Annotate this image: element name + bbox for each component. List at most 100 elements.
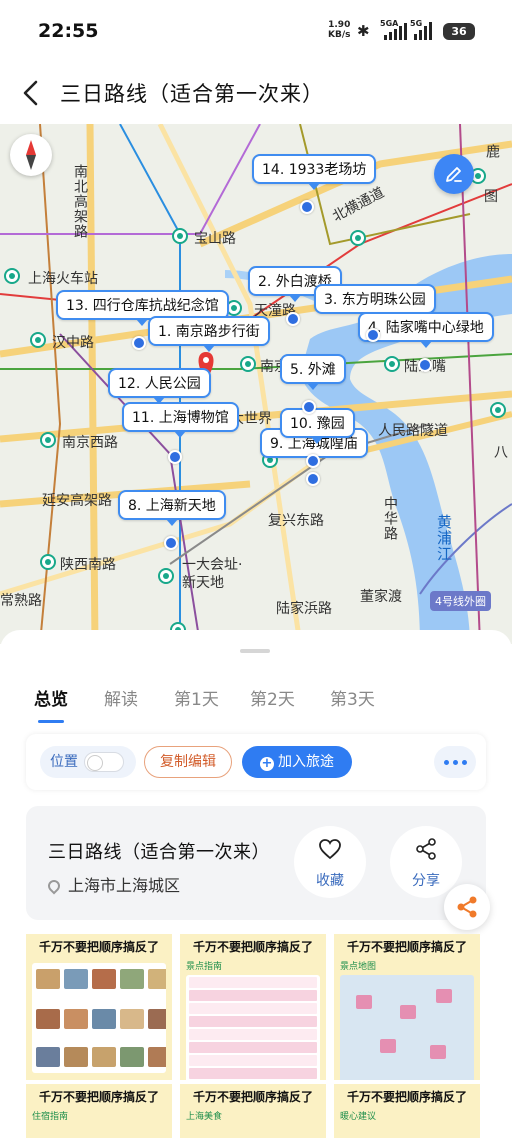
poi-dot[interactable] bbox=[306, 472, 320, 486]
poi-label-renmin-park[interactable]: 12. 人民公园 bbox=[108, 368, 211, 404]
poi-label-museum[interactable]: 11. 上海博物馆 bbox=[122, 402, 239, 438]
favorite-label: 收藏 bbox=[316, 873, 344, 889]
more-button[interactable] bbox=[434, 746, 476, 778]
add-to-trip-label: 加入旅途 bbox=[278, 754, 334, 770]
map-label-nanbei: 南北高架路 bbox=[72, 164, 88, 239]
poi-label-waitan[interactable]: 5. 外滩 bbox=[280, 354, 346, 390]
poi-dot[interactable] bbox=[366, 328, 380, 342]
bottom-sheet: 总览 解读 第1天 第2天 第3天 位置 复制编辑 + 加入旅途 三日路线（适合第… bbox=[0, 630, 512, 1138]
compass-icon bbox=[26, 140, 36, 170]
tab-overview[interactable]: 总览 bbox=[34, 685, 68, 710]
tab-interpretation[interactable]: 解读 bbox=[104, 685, 138, 710]
metro-station bbox=[490, 402, 506, 418]
thumbnail-card[interactable]: 千万不要把顺序搞反了 住宿指南 bbox=[26, 1084, 172, 1138]
poi-label-dongfangmingzhu[interactable]: 3. 东方明珠公园 bbox=[314, 284, 436, 320]
thumbnail-subtitle: 暖心建议 bbox=[340, 1112, 377, 1122]
map-label-yanan: 延安高架路 bbox=[42, 493, 112, 509]
tab-indicator bbox=[38, 720, 64, 723]
map-label-changshu: 常熟路 bbox=[0, 593, 42, 609]
metro-station bbox=[172, 228, 188, 244]
metro-station bbox=[40, 432, 56, 448]
add-to-trip-button[interactable]: + 加入旅途 bbox=[242, 746, 352, 778]
poi-label-nanjinglu[interactable]: 1. 南京路步行街 bbox=[148, 316, 270, 352]
metro-station bbox=[30, 332, 46, 348]
map-label-lujiabang: 陆家浜路 bbox=[276, 601, 332, 617]
poi-dot[interactable] bbox=[164, 536, 178, 550]
route-name: 三日路线（适合第一次来） bbox=[48, 842, 270, 863]
route-info-card: 三日路线（适合第一次来） 上海市上海城区 收藏 分享 bbox=[26, 806, 486, 920]
poi-dot[interactable] bbox=[286, 312, 300, 326]
signal-label-5ga: 5GA bbox=[380, 19, 399, 28]
poi-dot[interactable] bbox=[418, 358, 432, 372]
position-toggle[interactable] bbox=[84, 752, 124, 772]
floating-share-button[interactable] bbox=[444, 884, 490, 930]
edit-route-button[interactable] bbox=[434, 154, 474, 194]
map-label-baoshan: 宝山路 bbox=[194, 231, 236, 247]
map-label-edge-2: 图 bbox=[484, 189, 498, 205]
position-toggle-pill[interactable]: 位置 bbox=[40, 746, 136, 778]
map-label-renmin-tunnel: 人民路隧道 bbox=[378, 423, 448, 439]
tab-bar: 总览 解读 第1天 第2天 第3天 bbox=[0, 685, 512, 725]
thumbnail-map bbox=[340, 975, 474, 1080]
network-rate: 1.90 KB/s bbox=[328, 20, 350, 40]
metro-station bbox=[384, 356, 400, 372]
thumbnail-subtitle: 景点指南 bbox=[186, 962, 223, 972]
route-map[interactable]: 南北高架路 宝山路 上海火车站 汉中路 南京西路 延安高架路 陕西南路 常熟路 … bbox=[0, 124, 512, 644]
share-icon bbox=[416, 838, 436, 860]
thumbnail-title: 千万不要把顺序搞反了 bbox=[38, 940, 159, 954]
position-label: 位置 bbox=[50, 754, 78, 770]
status-time: 22:55 bbox=[38, 20, 99, 42]
poi-label-xintiandi[interactable]: 8. 上海新天地 bbox=[118, 490, 226, 526]
map-label-yidahui: 一大会址·新天地 bbox=[182, 557, 243, 591]
poi-label-yuyuan[interactable]: 10. 豫园 bbox=[280, 408, 355, 444]
metro-loop-badge: 4号线外圈 bbox=[430, 591, 491, 611]
tab-day2[interactable]: 第2天 bbox=[250, 685, 295, 710]
tab-day1[interactable]: 第1天 bbox=[174, 685, 219, 710]
note-thumbnails: 千万不要把顺序搞反了 千万不要把顺序搞反了 景点指南 千万不要把顺序搞反了 景点… bbox=[26, 934, 496, 1138]
poi-dot[interactable] bbox=[168, 450, 182, 464]
thumbnail-card[interactable]: 千万不要把顺序搞反了 景点指南 bbox=[180, 934, 326, 1080]
route-location-text: 上海市上海城区 bbox=[68, 876, 181, 895]
poi-dot[interactable] bbox=[306, 454, 320, 468]
favorite-button[interactable]: 收藏 bbox=[294, 826, 366, 898]
page-title: 三日路线（适合第一次来） bbox=[60, 82, 324, 106]
map-label-edge-1: 鹿 bbox=[484, 144, 500, 159]
tab-day3[interactable]: 第3天 bbox=[330, 685, 375, 710]
pencil-icon bbox=[446, 167, 462, 182]
network-rate-value: 1.90 bbox=[328, 20, 351, 30]
thumbnail-card[interactable]: 千万不要把顺序搞反了 上海美食 bbox=[180, 1084, 326, 1138]
thumbnail-image bbox=[32, 963, 166, 1073]
poi-label-1933[interactable]: 14. 1933老场坊 bbox=[252, 154, 377, 190]
poi-dot[interactable] bbox=[132, 336, 146, 350]
map-label-edge-3: 八 bbox=[494, 445, 508, 461]
metro-station bbox=[350, 230, 366, 246]
drag-handle[interactable] bbox=[240, 649, 270, 653]
thumbnail-title: 千万不要把顺序搞反了 bbox=[192, 940, 313, 954]
thumbnail-title: 千万不要把顺序搞反了 bbox=[192, 1090, 313, 1104]
title-bar: 三日路线（适合第一次来） bbox=[0, 62, 512, 124]
thumbnail-subtitle: 上海美食 bbox=[186, 1112, 223, 1122]
status-bar: 22:55 1.90 KB/s ✱ 5GA 5G 36 bbox=[0, 0, 512, 62]
battery-icon: 36 bbox=[443, 23, 475, 40]
more-dot bbox=[443, 760, 449, 765]
more-dot bbox=[452, 760, 458, 765]
map-label-huangpujiang: 黄浦江 bbox=[435, 514, 453, 562]
map-label-shaanxinan: 陕西南路 bbox=[60, 557, 116, 573]
share-button[interactable]: 分享 bbox=[390, 826, 462, 898]
map-label-nanjingxi: 南京西路 bbox=[62, 435, 118, 451]
compass-button[interactable] bbox=[10, 134, 52, 176]
thumbnail-table bbox=[186, 975, 320, 1080]
metro-station bbox=[4, 268, 20, 284]
heart-icon bbox=[319, 839, 341, 860]
back-button[interactable] bbox=[16, 76, 46, 110]
thumbnail-card[interactable]: 千万不要把顺序搞反了 暖心建议 bbox=[334, 1084, 480, 1138]
poi-dot[interactable] bbox=[302, 400, 316, 414]
poi-dot[interactable] bbox=[300, 200, 314, 214]
metro-station bbox=[158, 568, 174, 584]
thumbnail-title: 千万不要把顺序搞反了 bbox=[346, 1090, 467, 1104]
thumbnail-subtitle: 景点地图 bbox=[340, 962, 377, 972]
thumbnail-card[interactable]: 千万不要把顺序搞反了 景点地图 bbox=[334, 934, 480, 1080]
copy-edit-button[interactable]: 复制编辑 bbox=[144, 746, 232, 778]
thumbnail-card[interactable]: 千万不要把顺序搞反了 bbox=[26, 934, 172, 1080]
map-label-fuxing: 复兴东路 bbox=[268, 513, 324, 529]
